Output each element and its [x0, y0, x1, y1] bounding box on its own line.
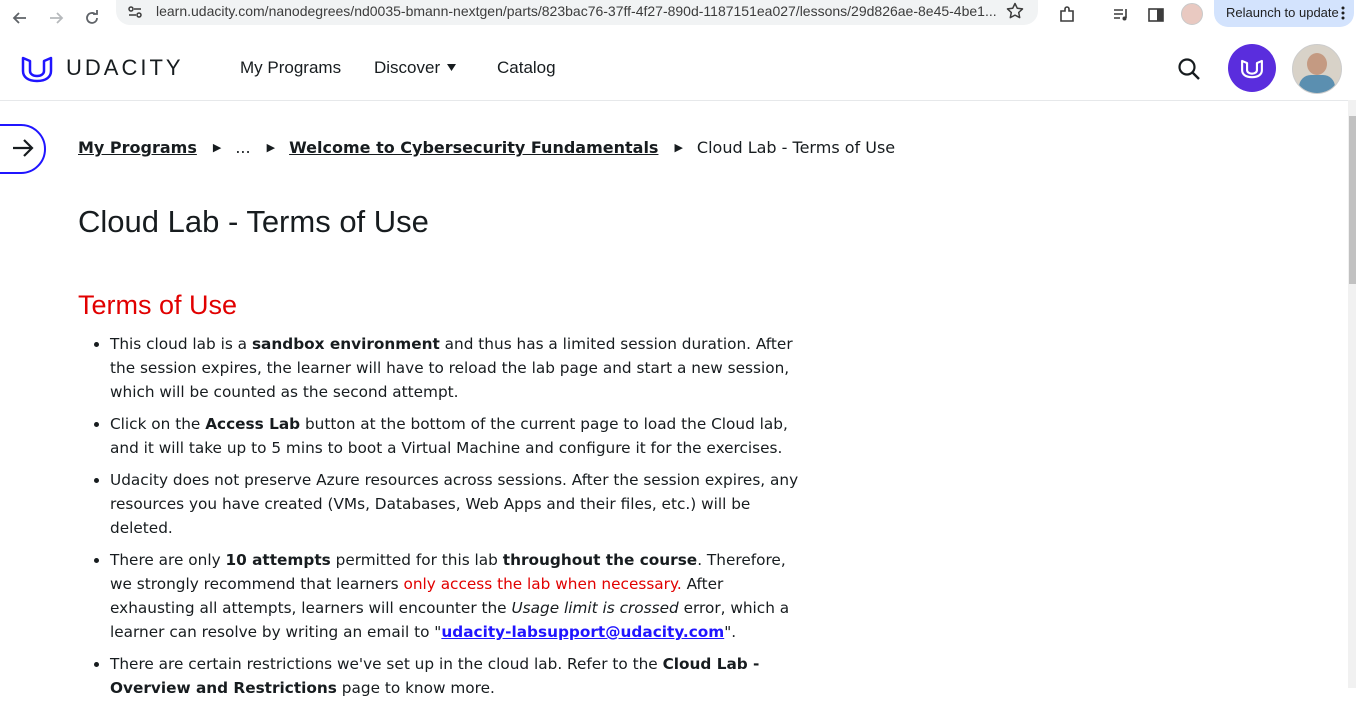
nav-catalog[interactable]: Catalog [497, 58, 556, 78]
breadcrumb: My Programs ▶ ... ▶ Welcome to Cybersecu… [78, 138, 895, 157]
list-item: Udacity does not preserve Azure resource… [110, 468, 810, 540]
term-bold: throughout the course [502, 551, 698, 569]
breadcrumb-current: Cloud Lab - Terms of Use [696, 138, 896, 157]
list-item: This cloud lab is a sandbox environment … [110, 332, 810, 404]
site-info-icon[interactable] [124, 1, 146, 23]
reload-icon[interactable] [80, 6, 104, 30]
site-header: UDACITY My Programs Discover Catalog [0, 36, 1356, 101]
caret-down-icon[interactable] [447, 64, 456, 71]
relaunch-button[interactable]: Relaunch to update [1214, 0, 1354, 27]
url-text: learn.udacity.com/nanodegrees/nd0035-bma… [156, 3, 997, 19]
kebab-menu-icon[interactable] [1341, 6, 1345, 20]
breadcrumb-separator-icon: ▶ [674, 141, 683, 154]
logo-text: UDACITY [66, 55, 184, 80]
udacity-logo-icon [21, 56, 53, 83]
media-queue-icon[interactable] [1110, 4, 1132, 26]
extensions-icon[interactable] [1056, 4, 1078, 26]
breadcrumb-my-programs[interactable]: My Programs [78, 138, 197, 157]
page-scrollbar-thumb[interactable] [1349, 116, 1356, 284]
support-email-link[interactable]: udacity-labsupport@udacity.com [441, 623, 724, 641]
term-text: Click on the [110, 415, 206, 433]
term-bold: sandbox environment [251, 335, 440, 353]
udacity-u-icon [1241, 59, 1263, 79]
term-text: ". [724, 623, 737, 641]
breadcrumb-separator-icon: ▶ [266, 141, 276, 154]
term-text: There are only [110, 551, 226, 569]
term-warning-text: only access the lab when necessary. [403, 575, 682, 593]
bookmark-star-icon[interactable] [1004, 0, 1026, 22]
sidebar-toggle-button[interactable] [0, 124, 46, 174]
term-italic: Usage limit is crossed [511, 599, 679, 617]
nav-my-programs[interactable]: My Programs [240, 58, 341, 78]
browser-toolbar: learn.udacity.com/nanodegrees/nd0035-bma… [0, 0, 1356, 37]
term-bold: Access Lab [205, 415, 301, 433]
relaunch-label: Relaunch to update [1226, 5, 1339, 20]
term-text: There are certain restrictions we've set… [110, 655, 663, 673]
profile-avatar-icon[interactable] [1181, 3, 1203, 25]
breadcrumb-ellipsis[interactable]: ... [235, 138, 250, 157]
term-text: page to know more. [336, 679, 495, 697]
term-text: permitted for this lab [330, 551, 503, 569]
search-icon[interactable] [1177, 57, 1201, 81]
udacity-logo[interactable]: UDACITY [20, 52, 184, 84]
term-text: This cloud lab is a [110, 335, 252, 353]
list-item: Click on the Access Lab button at the bo… [110, 412, 810, 460]
user-avatar[interactable] [1292, 44, 1342, 94]
page-title: Cloud Lab - Terms of Use [78, 204, 429, 239]
nav-discover[interactable]: Discover [374, 58, 440, 78]
back-icon[interactable] [8, 6, 32, 30]
list-item: There are certain restrictions we've set… [110, 652, 810, 700]
term-bold: 10 attempts [225, 551, 331, 569]
list-item: There are only 10 attempts permitted for… [110, 548, 810, 644]
terms-list: This cloud lab is a sandbox environment … [78, 332, 810, 708]
forward-icon[interactable] [44, 6, 68, 30]
side-panel-icon[interactable] [1145, 4, 1167, 26]
breadcrumb-lesson-link[interactable]: Welcome to Cybersecurity Fundamentals [289, 138, 658, 157]
term-text: Udacity does not preserve Azure resource… [110, 471, 799, 537]
arrow-right-icon [13, 139, 34, 157]
udacity-assistant-button[interactable] [1228, 44, 1276, 92]
section-title: Terms of Use [78, 290, 238, 320]
address-bar[interactable]: learn.udacity.com/nanodegrees/nd0035-bma… [116, 0, 1038, 25]
breadcrumb-separator-icon: ▶ [212, 141, 222, 154]
